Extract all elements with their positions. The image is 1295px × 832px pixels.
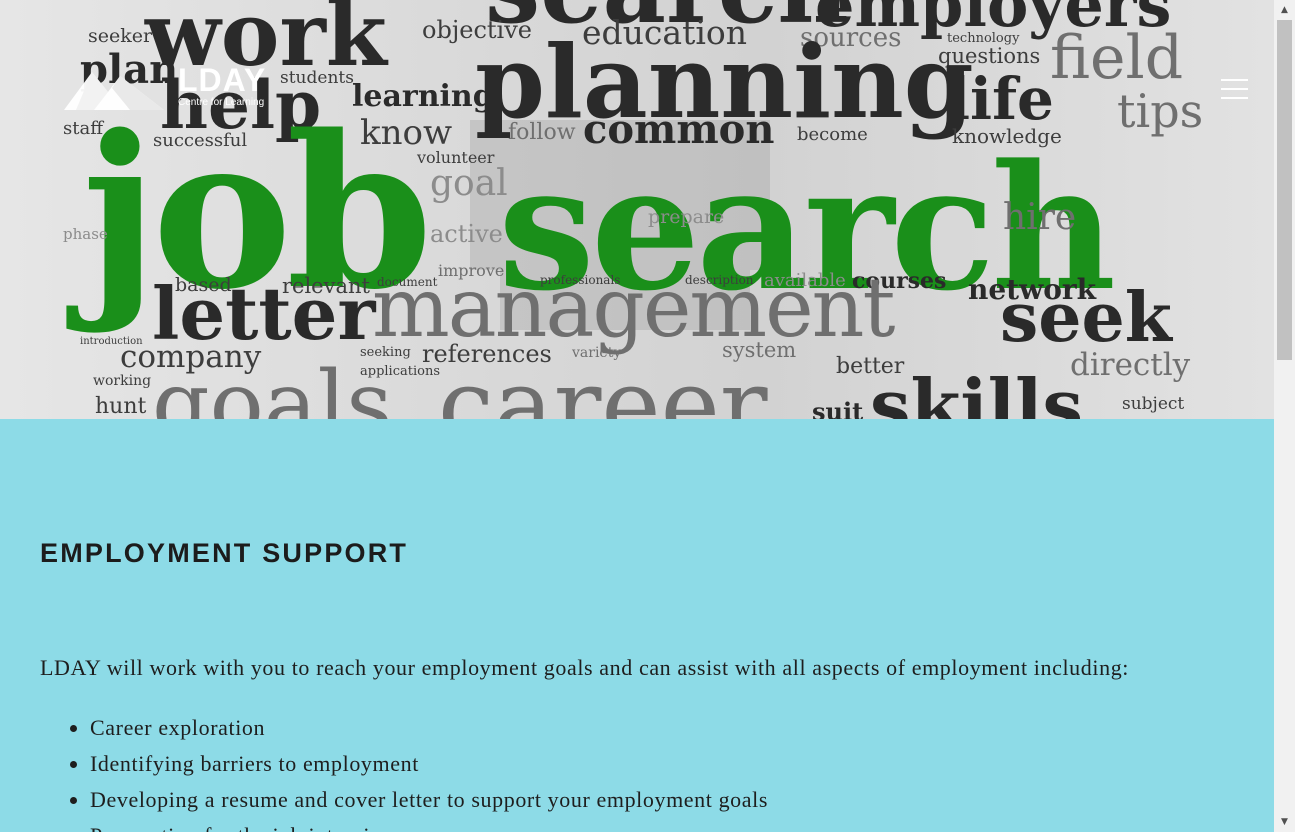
hamburger-menu-icon[interactable]: [1219, 77, 1251, 101]
word: goal: [430, 163, 508, 204]
word: skills: [870, 363, 1084, 420]
logo-brand: LDAY: [178, 62, 267, 98]
list-item: Career exploration: [90, 712, 768, 748]
word: active: [430, 220, 503, 248]
lday-logo[interactable]: LDAY Centre for Learning: [64, 62, 292, 112]
word: management: [372, 261, 895, 356]
word: tips: [1117, 84, 1204, 138]
word: working: [93, 373, 152, 389]
section-heading: EMPLOYMENT SUPPORT: [40, 538, 409, 568]
word: directly: [1070, 347, 1191, 383]
scroll-up-arrow-icon[interactable]: ▲: [1274, 0, 1295, 20]
word: field: [1050, 23, 1184, 93]
word: life: [948, 65, 1054, 133]
list-item: Identifying barriers to employment: [90, 748, 768, 784]
vertical-scrollbar[interactable]: ▲ ▼: [1274, 0, 1295, 832]
list-item: Developing a resume and cover letter to …: [90, 784, 768, 820]
services-list: Career exploration Identifying barriers …: [40, 712, 768, 832]
section-intro: LDAY will work with you to reach your em…: [40, 655, 1130, 680]
word: subject: [1122, 394, 1185, 414]
word: goals: [152, 352, 393, 420]
word: suit: [812, 397, 864, 420]
word: hunt: [95, 394, 147, 419]
logo-tagline: Centre for Learning: [178, 97, 265, 108]
scrollbar-thumb[interactable]: [1277, 20, 1292, 360]
word: seeker: [88, 25, 153, 47]
word: hire: [1003, 197, 1077, 238]
word: phase: [63, 225, 108, 243]
list-item: Preparation for the job interview: [90, 820, 768, 832]
word: prepare: [648, 206, 725, 228]
scroll-down-arrow-icon[interactable]: ▼: [1274, 812, 1295, 832]
word: career: [438, 347, 768, 420]
mountain-logo-icon: [64, 72, 164, 110]
word: seek: [1000, 278, 1172, 358]
